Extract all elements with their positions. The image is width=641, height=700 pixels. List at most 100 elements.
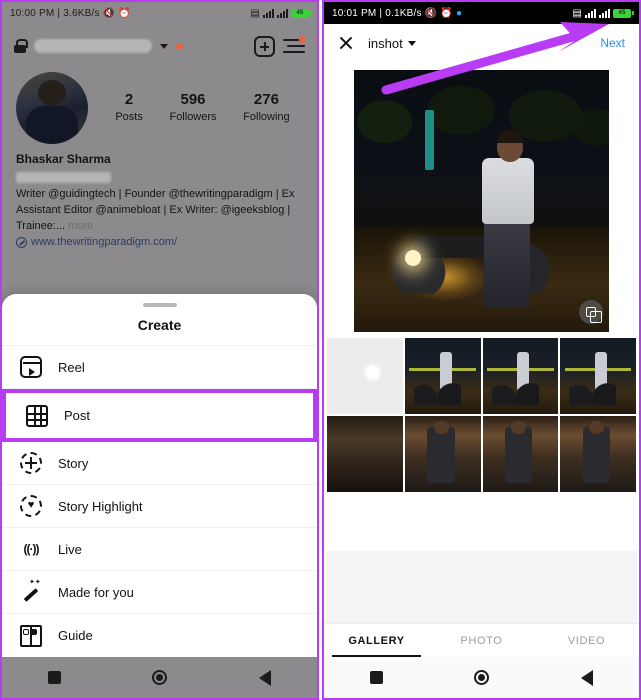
gallery-thumb-8[interactable] xyxy=(560,416,636,492)
sheet-item-live-label: Live xyxy=(58,541,82,557)
story-highlight-icon xyxy=(20,495,42,517)
right-phone-screen: 10:01 PM | 0.1KB/s 🔇 ⏰ ● ▤ 45 inshot Nex… xyxy=(322,0,641,700)
status-right: ▤ 45 xyxy=(250,7,312,19)
tab-video[interactable]: VIDEO xyxy=(534,635,639,647)
battery-level: 45 xyxy=(618,10,626,16)
create-bottom-sheet: Create Reel Post Story Story Highlight xyxy=(2,294,317,657)
tab-photo[interactable]: PHOTO xyxy=(429,635,534,647)
profile-display-name: Bhaskar Sharma xyxy=(16,152,111,166)
picker-header: inshot Next xyxy=(324,24,639,62)
gallery-thumb-7[interactable] xyxy=(482,416,559,492)
gallery-thumb-1[interactable] xyxy=(327,338,403,414)
signal-4g-icon xyxy=(585,8,596,18)
guide-book-icon xyxy=(20,624,42,647)
back-triangle-icon[interactable] xyxy=(259,669,272,686)
signal-icon xyxy=(263,8,274,18)
reel-icon xyxy=(20,356,42,378)
status-net-speed: 0.1KB/s xyxy=(385,7,422,19)
recents-square-icon[interactable] xyxy=(369,671,383,684)
status-right: ▤ 45 xyxy=(572,7,634,19)
status-badge xyxy=(176,42,183,50)
vibrate-icon: ▤ xyxy=(250,7,260,19)
gallery-thumb-2[interactable] xyxy=(404,338,481,414)
sheet-item-post-label: Post xyxy=(64,408,91,423)
gallery-thumb-4[interactable] xyxy=(560,338,636,414)
profile-link-row[interactable]: www.thewritingparadigm.com/ xyxy=(2,234,317,248)
status-time: 10:00 PM xyxy=(10,7,55,19)
picker-tabs: GALLERY PHOTO VIDEO xyxy=(324,623,639,657)
stat-following-label: Following xyxy=(243,111,290,123)
album-name: inshot xyxy=(368,35,403,51)
selected-photo-preview[interactable] xyxy=(354,70,609,332)
stat-posts-count: 2 xyxy=(124,91,134,108)
plus-box-icon[interactable] xyxy=(254,35,275,57)
sheet-title: Create xyxy=(137,317,182,333)
profile-category-blurred xyxy=(16,172,111,183)
status-left: 10:01 PM | 0.1KB/s 🔇 ⏰ ● xyxy=(332,8,572,19)
status-separator: | xyxy=(379,7,383,19)
mute-icon: 🔇 xyxy=(102,7,116,19)
status-time: 10:01 PM xyxy=(332,7,377,19)
profile-bio-more[interactable]: more xyxy=(65,220,93,232)
tab-gallery[interactable]: GALLERY xyxy=(324,635,429,657)
sheet-item-post[interactable]: Post xyxy=(6,393,313,438)
lock-icon xyxy=(14,39,28,53)
stat-posts-label: Posts xyxy=(115,111,143,123)
highlight-box-post: Post xyxy=(2,389,317,442)
stat-following[interactable]: 276 Following xyxy=(243,91,289,125)
stat-posts[interactable]: 2 Posts xyxy=(115,91,143,125)
chevron-down-icon[interactable] xyxy=(160,43,168,49)
stat-followers-label: Followers xyxy=(169,111,217,123)
stat-following-count: 276 xyxy=(253,91,279,108)
sheet-item-made-for-you[interactable]: Made for you xyxy=(2,571,317,614)
avatar[interactable] xyxy=(16,72,88,144)
grid-icon xyxy=(26,404,48,427)
left-android-navbar xyxy=(2,657,317,698)
battery-icon: 45 xyxy=(613,8,634,18)
battery-level: 45 xyxy=(296,10,304,16)
sheet-item-made-for-you-label: Made for you xyxy=(58,584,134,600)
gallery-empty-area xyxy=(326,551,637,623)
profile-link[interactable]: www.thewritingparadigm.com/ xyxy=(31,236,177,248)
telegram-icon: ● xyxy=(455,7,463,19)
status-separator: | xyxy=(57,7,61,19)
home-circle-icon[interactable] xyxy=(152,670,168,685)
gallery-thumb-6[interactable] xyxy=(404,416,481,492)
username-blurred[interactable] xyxy=(34,39,152,53)
left-phone-screen: 10:00 PM | 3.6KB/s 🔇 ⏰ ▤ 45 2 Posts 596 … xyxy=(0,0,319,700)
battery-icon: 45 xyxy=(291,8,312,18)
sheet-item-story-highlight[interactable]: Story Highlight xyxy=(2,485,317,528)
signal-icon xyxy=(599,8,610,18)
right-status-bar: 10:01 PM | 0.1KB/s 🔇 ⏰ ● ▤ 45 xyxy=(324,2,639,24)
live-broadcast-icon xyxy=(20,538,42,560)
close-icon[interactable] xyxy=(338,35,354,51)
hamburger-menu-icon[interactable] xyxy=(283,36,306,54)
profile-bio: Writer @guidingtech | Founder @thewritin… xyxy=(2,183,317,234)
gallery-thumb-3[interactable] xyxy=(482,338,559,414)
home-circle-icon[interactable] xyxy=(474,670,490,685)
sheet-item-live[interactable]: Live xyxy=(2,528,317,571)
gallery-grid xyxy=(324,332,639,492)
back-triangle-icon[interactable] xyxy=(581,669,594,686)
magic-wand-icon xyxy=(20,578,42,603)
sheet-item-guide[interactable]: Guide xyxy=(2,614,317,657)
vibrate-icon: ▤ xyxy=(572,7,582,19)
status-net-speed: 3.6KB/s xyxy=(63,7,100,19)
stat-followers[interactable]: 596 Followers xyxy=(169,91,216,125)
link-icon xyxy=(16,236,27,248)
multi-select-layers-icon[interactable] xyxy=(579,300,603,324)
gallery-thumb-5[interactable] xyxy=(327,416,403,492)
sheet-item-reel[interactable]: Reel xyxy=(2,346,317,389)
signal-icon-2 xyxy=(277,8,288,18)
status-left: 10:00 PM | 3.6KB/s 🔇 ⏰ xyxy=(10,8,250,19)
screenshot-pair: 10:00 PM | 3.6KB/s 🔇 ⏰ ▤ 45 2 Posts 596 … xyxy=(0,0,641,700)
next-button[interactable]: Next xyxy=(600,36,625,50)
alarm-icon: ⏰ xyxy=(440,7,453,19)
story-plus-icon xyxy=(20,452,42,474)
profile-stats-row: 2 Posts 596 Followers 276 Following xyxy=(2,68,317,144)
album-selector[interactable]: inshot xyxy=(368,36,416,51)
chevron-down-icon xyxy=(407,40,416,46)
recents-square-icon[interactable] xyxy=(47,671,61,684)
sheet-item-story[interactable]: Story xyxy=(2,442,317,485)
preview-container xyxy=(324,62,639,332)
